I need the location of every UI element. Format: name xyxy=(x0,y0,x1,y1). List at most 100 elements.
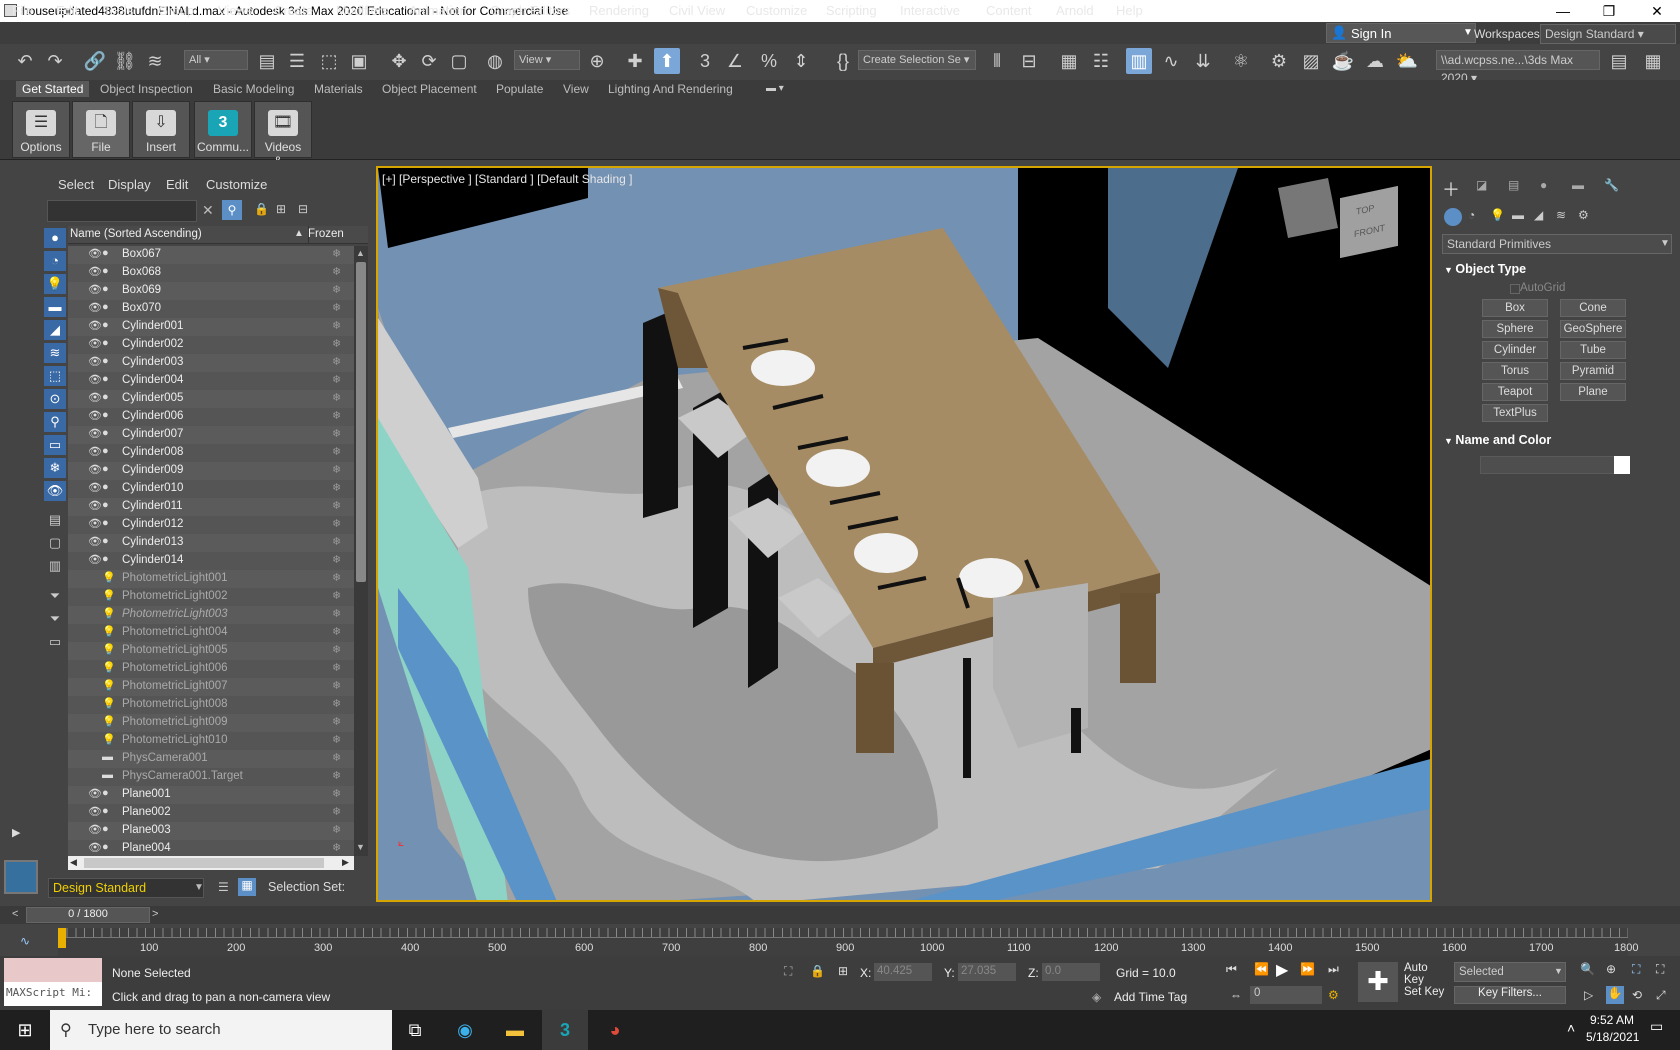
clear-search-icon[interactable]: ✕ xyxy=(202,202,214,219)
curve-editor-icon[interactable]: ∿ xyxy=(1158,48,1184,74)
menu-graph-editors[interactable]: Graph Editors xyxy=(490,3,570,18)
visibility-icon[interactable]: 👁 xyxy=(88,445,102,458)
display-invert-icon[interactable]: ▥ xyxy=(44,556,66,576)
freeze-icon[interactable]: ❄ xyxy=(332,265,341,278)
freeze-icon[interactable]: ❄ xyxy=(332,373,341,386)
previous-key-icon[interactable]: ⏪ xyxy=(1254,962,1269,976)
add-time-tag[interactable]: Add Time Tag xyxy=(1114,990,1187,1004)
freeze-icon[interactable]: ❄ xyxy=(332,481,341,494)
scene-scrollbar-thumb[interactable] xyxy=(356,262,366,582)
tab-object-placement[interactable]: Object Placement xyxy=(382,82,477,96)
table-row[interactable]: ▬ PhysCamera001 ❄ xyxy=(68,750,354,768)
visibility-icon[interactable]: 👁 xyxy=(88,265,102,278)
layers-icon[interactable]: ☰ xyxy=(218,880,229,894)
table-row[interactable]: 💡 PhotometricLight004 ❄ xyxy=(68,624,354,642)
chrome-browser-icon[interactable]: ◕ xyxy=(592,1010,638,1050)
freeze-icon[interactable]: ❄ xyxy=(332,679,341,692)
display-shapes-icon[interactable]: ◔ xyxy=(44,251,66,271)
key-mode-chevron-icon[interactable]: ▼ xyxy=(1554,966,1563,976)
3ds-max-taskbar-icon[interactable]: 3 xyxy=(542,1010,588,1050)
pan-view-icon[interactable]: ✋ xyxy=(1606,986,1624,1004)
scroll-down-icon[interactable]: ▼ xyxy=(356,842,365,852)
display-all-icon[interactable]: ▤ xyxy=(44,510,66,530)
table-row[interactable]: ▬ PhysCamera001.Target ❄ xyxy=(68,768,354,786)
freeze-icon[interactable]: ❄ xyxy=(332,751,341,764)
window-crossing-icon[interactable]: ▣ xyxy=(346,48,372,74)
primitive-type-chevron-icon[interactable]: ▼ xyxy=(1660,238,1670,249)
cone-button[interactable]: Cone xyxy=(1560,299,1626,317)
display-containers-icon[interactable]: ▭ xyxy=(44,435,66,455)
torus-button[interactable]: Torus xyxy=(1482,362,1548,380)
unlink-icon[interactable]: ⛓ xyxy=(112,48,138,74)
visibility-icon[interactable]: 👁 xyxy=(88,481,102,494)
x-coordinate-field[interactable]: 40.425 xyxy=(874,963,932,981)
object-name-input[interactable] xyxy=(1480,456,1616,474)
zoom-extents-all-icon[interactable]: ⛶ xyxy=(1656,962,1664,977)
freeze-icon[interactable]: ❄ xyxy=(332,715,341,728)
sign-in-dropdown[interactable]: 👤 Sign In ▼ xyxy=(1326,23,1476,43)
table-row[interactable]: 💡 PhotometricLight009 ❄ xyxy=(68,714,354,732)
perspective-viewport[interactable] xyxy=(376,166,1432,902)
menu-rendering[interactable]: Rendering xyxy=(589,3,649,18)
maxscript-listener-top[interactable] xyxy=(4,958,102,982)
table-row[interactable]: 👁 ● Cylinder004 ❄ xyxy=(68,372,354,390)
insert-button[interactable]: ⇩ Insert xyxy=(132,101,190,158)
helpers-category-icon[interactable]: ◢ xyxy=(1534,208,1543,222)
utilities-panel-icon[interactable]: 🔧 xyxy=(1604,178,1619,192)
visibility-icon[interactable]: 👁 xyxy=(88,841,102,854)
table-row[interactable]: 💡 PhotometricLight005 ❄ xyxy=(68,642,354,660)
time-tag-icon[interactable]: ◈ xyxy=(1092,990,1101,1004)
maxscript-input[interactable]: MAXScript Mi: xyxy=(4,982,102,1006)
scene-hscrollbar-thumb[interactable] xyxy=(84,858,324,868)
scale-icon[interactable]: ▢ xyxy=(446,48,472,74)
table-row[interactable]: 💡 PhotometricLight003 ❄ xyxy=(68,606,354,624)
display-groups-icon[interactable]: ⬚ xyxy=(44,366,66,386)
visibility-icon[interactable]: 👁 xyxy=(88,427,102,440)
taskbar-search[interactable]: ⚲ Type here to search xyxy=(50,1010,392,1050)
table-row[interactable]: 👁 ● Box070 ❄ xyxy=(68,300,354,318)
object-type-rollout[interactable]: ▼ Object Type xyxy=(1444,262,1674,282)
table-row[interactable]: 👁 ● Plane001 ❄ xyxy=(68,786,354,804)
named-selection-dropdown[interactable]: Create Selection Se ▾ xyxy=(858,50,976,70)
zoom-icon[interactable]: 🔍 xyxy=(1580,962,1595,976)
link-icon[interactable]: 🔗 xyxy=(82,48,108,74)
menu-create[interactable]: Create xyxy=(274,3,313,18)
visibility-icon[interactable]: 👁 xyxy=(88,823,102,836)
reference-coordinate-dropdown[interactable]: View ▾ xyxy=(514,50,580,70)
freeze-icon[interactable]: ❄ xyxy=(332,337,341,350)
key-mode-toggle-icon[interactable]: ⇔ xyxy=(1230,988,1242,1002)
key-filters-button[interactable]: Key Filters... xyxy=(1454,986,1566,1004)
table-row[interactable]: 💡 PhotometricLight008 ❄ xyxy=(68,696,354,714)
show-hidden-icons-icon[interactable]: ˄ xyxy=(1567,1020,1575,1036)
curve-editor-toggle-icon[interactable]: ∿ xyxy=(20,934,30,948)
table-row[interactable]: 👁 ● Cylinder014 ❄ xyxy=(68,552,354,570)
column-frozen[interactable]: Frozen xyxy=(308,228,344,240)
table-row[interactable]: 👁 ● Box068 ❄ xyxy=(68,264,354,282)
freeze-icon[interactable]: ❄ xyxy=(332,805,341,818)
tab-lighting-and-rendering[interactable]: Lighting And Rendering xyxy=(608,82,733,96)
auto-key-button[interactable]: Auto Key xyxy=(1404,962,1450,986)
select-by-name-icon[interactable]: ☰ xyxy=(284,48,310,74)
visibility-icon[interactable]: 👁 xyxy=(88,805,102,818)
table-row[interactable]: 👁 ● Cylinder009 ❄ xyxy=(68,462,354,480)
freeze-icon[interactable]: ❄ xyxy=(332,427,341,440)
tab-get-started[interactable]: Get Started xyxy=(16,81,90,97)
visibility-icon[interactable]: 👁 xyxy=(88,463,102,476)
go-to-start-icon[interactable]: ⏮ xyxy=(1226,962,1237,977)
visibility-icon[interactable]: 👁 xyxy=(88,301,102,314)
lights-category-icon[interactable]: 💡 xyxy=(1490,208,1505,222)
display-lights-icon[interactable]: 💡 xyxy=(44,274,66,294)
freeze-icon[interactable]: ❄ xyxy=(332,661,341,674)
prev-frame-icon[interactable]: < xyxy=(12,908,18,920)
box-button[interactable]: Box xyxy=(1482,299,1548,317)
table-row[interactable]: 👁 ● Cylinder010 ❄ xyxy=(68,480,354,498)
scene-search-input[interactable] xyxy=(47,200,197,222)
freeze-icon[interactable]: ❄ xyxy=(332,733,341,746)
filter-selected-icon[interactable]: ⏷ xyxy=(44,609,66,629)
file-button[interactable]: 🗋 File xyxy=(72,101,130,158)
visibility-icon[interactable]: 👁 xyxy=(88,499,102,512)
filter-icon[interactable]: ⚲ xyxy=(222,200,242,220)
display-panel-icon[interactable]: ▬ xyxy=(1572,178,1584,192)
redo-icon[interactable]: ↷ xyxy=(42,48,68,74)
freeze-icon[interactable]: ❄ xyxy=(332,499,341,512)
